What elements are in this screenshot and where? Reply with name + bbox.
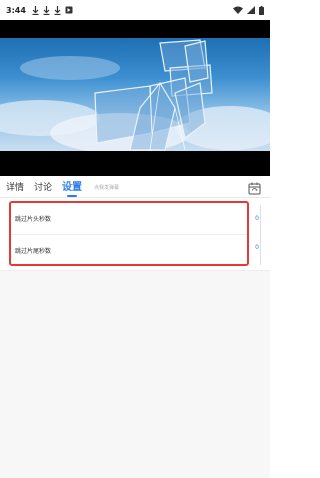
signal-icon [247,6,255,14]
video-player[interactable] [0,20,270,176]
value-column-divider [260,205,266,265]
video-frame[interactable] [0,38,270,151]
battery-icon [259,5,264,15]
danmaku-hint[interactable]: 点我发弹幕 [94,184,119,197]
settings-panel: 跳过片头秒数 跳过片尾秒数 [9,201,249,266]
download-icon [43,5,51,15]
navigation-bar [0,468,270,478]
skip-intro-label: 跳过片头秒数 [15,216,52,223]
tab-discussion[interactable]: 讨论 [34,180,52,197]
skip-intro-value[interactable]: 0 [255,215,259,222]
app-notification-icon [65,5,73,15]
wifi-icon [233,6,243,14]
calendar-sync-icon[interactable] [248,180,261,195]
status-time: 3:44 [6,5,26,15]
skip-intro-row[interactable]: 跳过片头秒数 [11,203,247,234]
status-bar: 3:44 [0,0,270,20]
tab-details[interactable]: 详情 [6,180,24,197]
skip-outro-label: 跳过片尾秒数 [15,247,52,255]
video-thumbnail-image [0,39,270,151]
download-icon [32,5,40,15]
status-right-icons [233,5,264,15]
tab-bar: 详情 讨论 设置 点我发弹幕 [0,176,270,198]
content-area [0,270,270,468]
tab-settings[interactable]: 设置 [62,178,82,197]
download-icon [54,5,62,15]
skip-outro-value[interactable]: 0 [255,244,259,251]
skip-outro-row[interactable]: 跳过片尾秒数 [11,234,247,265]
